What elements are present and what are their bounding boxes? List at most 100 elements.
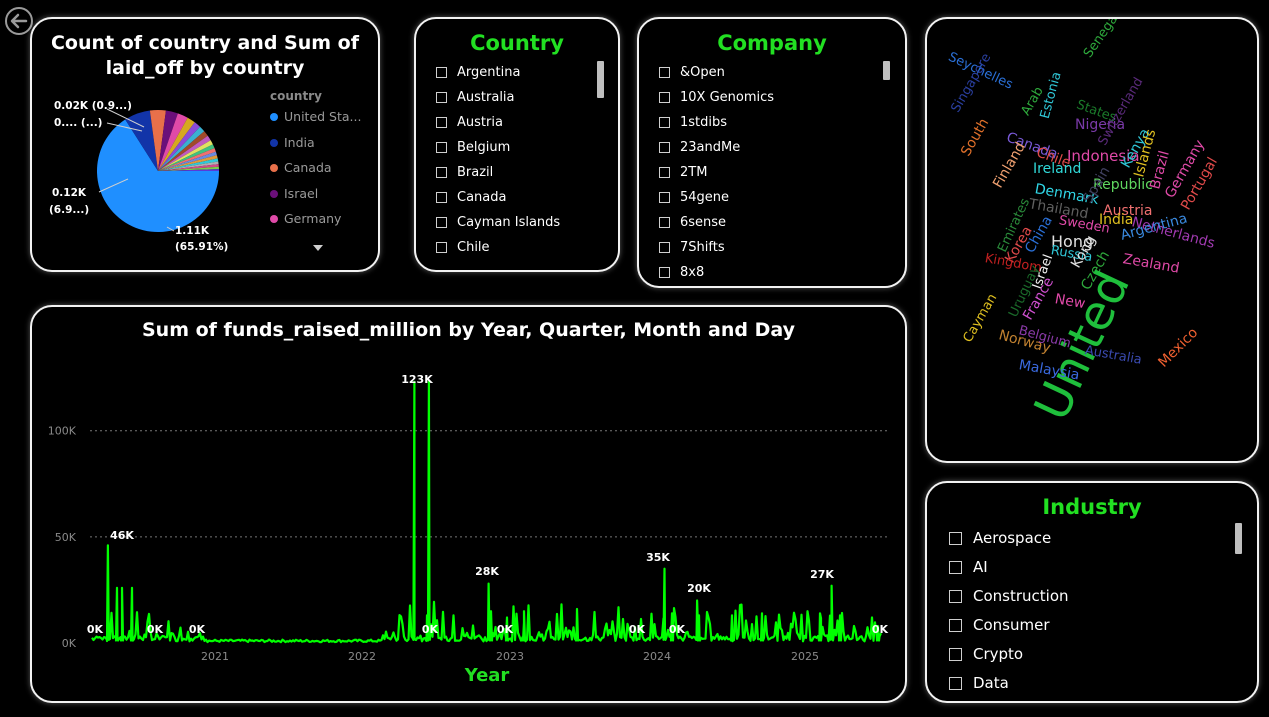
line-data-label: 0K [497, 623, 514, 636]
country-option[interactable]: Australia [436, 90, 515, 105]
checkbox[interactable] [949, 618, 962, 632]
checkbox[interactable] [949, 676, 962, 690]
legend-item-united-states[interactable]: United Sta... [270, 109, 361, 124]
industry-option[interactable]: Consumer [949, 616, 1050, 634]
company-option[interactable]: 8x8 [659, 265, 704, 280]
word-cloud-word[interactable]: Mexico [1155, 325, 1201, 371]
checkbox[interactable] [436, 117, 447, 128]
country-option[interactable]: Belgium [436, 140, 510, 155]
checkbox[interactable] [436, 192, 447, 203]
checkbox[interactable] [659, 92, 670, 103]
company-option[interactable]: 10X Genomics [659, 90, 774, 105]
checkbox[interactable] [659, 217, 670, 228]
checkbox[interactable] [949, 531, 962, 545]
company-option-label: 54gene [680, 190, 730, 205]
line-data-label: 0K [669, 623, 686, 636]
legend-dot [270, 112, 278, 121]
company-option-label: 2TM [680, 165, 708, 180]
industry-option[interactable]: AI [949, 558, 988, 576]
industry-option-label: Construction [973, 587, 1069, 605]
legend-scroll-down-icon[interactable] [312, 244, 324, 252]
checkbox[interactable] [949, 560, 962, 574]
checkbox[interactable] [436, 92, 447, 103]
industry-option[interactable]: Aerospace [949, 529, 1051, 547]
company-option[interactable]: 23andMe [659, 140, 740, 155]
pie-label-2: 0.... (...) [54, 117, 103, 129]
checkbox[interactable] [659, 67, 670, 78]
checkbox[interactable] [949, 589, 962, 603]
line-data-label: 27K [810, 568, 834, 581]
checkbox[interactable] [436, 242, 447, 253]
company-option[interactable]: 7Shifts [659, 240, 725, 255]
legend-dot [270, 163, 278, 172]
country-option[interactable]: Canada [436, 190, 506, 205]
legend-item-india[interactable]: India [270, 135, 315, 150]
industry-option[interactable]: Construction [949, 587, 1069, 605]
industry-option-label: Aerospace [973, 529, 1052, 547]
checkbox[interactable] [436, 217, 447, 228]
industry-option-label: Crypto [973, 645, 1024, 663]
company-slicer: Company &Open 10X Genomics 1stdibs 23andMe 2… [637, 17, 907, 288]
checkbox[interactable] [436, 142, 447, 153]
country-option-label: Austria [457, 115, 503, 130]
y-tick-label: 0K [62, 637, 77, 650]
legend-dot [270, 189, 278, 198]
company-option[interactable]: 6sense [659, 215, 726, 230]
country-word-cloud: Seychelles Senegal Singapore Arab Estonia Sta… [925, 17, 1259, 463]
country-option[interactable]: Chile [436, 240, 490, 255]
word-cloud-word[interactable]: Ireland [1033, 161, 1081, 177]
x-tick-label: 2021 [201, 650, 229, 663]
industry-slicer-title: Industry [1042, 495, 1142, 519]
country-option[interactable]: Austria [436, 115, 503, 130]
legend-item-germany[interactable]: Germany [270, 211, 341, 226]
checkbox[interactable] [659, 242, 670, 253]
checkbox[interactable] [659, 142, 670, 153]
country-slicer-title: Country [470, 31, 564, 55]
company-option[interactable]: 2TM [659, 165, 707, 180]
line-data-label: 0K [87, 623, 104, 636]
pie-legend-title: country [270, 89, 322, 103]
word-cloud-word[interactable]: Finland [990, 140, 1029, 191]
company-option[interactable]: 54gene [659, 190, 729, 205]
checkbox[interactable] [949, 647, 962, 661]
funds-series-line[interactable] [91, 380, 883, 644]
company-option[interactable]: &Open [659, 65, 725, 80]
country-option[interactable]: Brazil [436, 165, 493, 180]
country-option[interactable]: Argentina [436, 65, 520, 80]
back-arrow-icon[interactable] [4, 6, 34, 36]
checkbox[interactable] [659, 192, 670, 203]
line-data-label: 28K [475, 565, 499, 578]
country-option-label: Cayman Islands [457, 215, 561, 230]
industry-option[interactable]: Data [949, 674, 1009, 692]
checkbox[interactable] [659, 267, 670, 278]
x-tick-label: 2025 [791, 650, 819, 663]
checkbox[interactable] [659, 117, 670, 128]
company-option[interactable]: 1stdibs [659, 115, 727, 130]
word-cloud-word[interactable]: Cayman [961, 291, 1001, 345]
line-data-label: 0K [147, 623, 164, 636]
legend-item-israel[interactable]: Israel [270, 186, 318, 201]
pie-label-1: 0.02K (0.9...) [54, 100, 132, 112]
industry-option-label: Consumer [973, 616, 1050, 634]
industry-option[interactable]: Crypto [949, 645, 1023, 663]
country-slicer-scrollbar[interactable] [597, 61, 604, 98]
checkbox[interactable] [436, 167, 447, 178]
pie-label-3b: (6.9...) [49, 204, 90, 216]
country-option-label: Argentina [457, 65, 521, 80]
line-data-label: 123K [401, 373, 433, 386]
country-option[interactable]: Cayman Islands [436, 215, 560, 230]
country-option-label: Belgium [457, 140, 511, 155]
checkbox[interactable] [436, 67, 447, 78]
line-data-label: 0K [422, 623, 439, 636]
company-slicer-scrollbar[interactable] [883, 61, 890, 80]
word-cloud-word[interactable]: Zealand [1122, 251, 1181, 277]
word-cloud-word[interactable]: South [958, 116, 992, 159]
checkbox[interactable] [659, 167, 670, 178]
pie-label-4b: (65.91%) [175, 241, 229, 253]
legend-item-canada[interactable]: Canada [270, 160, 332, 175]
funds-line-chart[interactable]: 0K 50K 100K 2021 2022 2023 2024 2025 0K 46K 0K 0K 12… [32, 307, 907, 703]
funds-line-chart-card: Sum of funds_raised_million by Year, Qua… [30, 305, 907, 703]
line-data-label: 35K [646, 551, 670, 564]
industry-slicer-scrollbar[interactable] [1235, 523, 1242, 554]
word-cloud-word[interactable]: Senegal [1081, 19, 1123, 61]
